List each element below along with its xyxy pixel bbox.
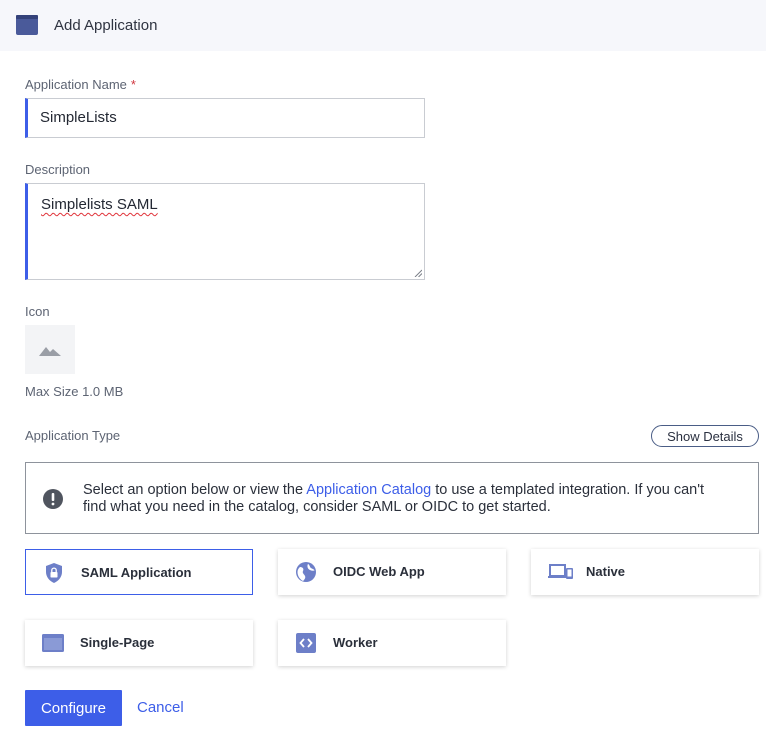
image-placeholder-icon <box>39 346 61 356</box>
icon-upload[interactable] <box>25 325 75 374</box>
page-title: Add Application <box>54 17 158 34</box>
app-type-label: Worker <box>333 635 378 650</box>
required-marker: * <box>130 77 136 92</box>
application-name-label: Application Name * <box>25 77 136 92</box>
description-label: Description <box>25 162 91 177</box>
code-icon <box>296 633 316 653</box>
app-type-native[interactable]: Native <box>531 549 759 595</box>
window-icon <box>16 15 38 35</box>
notice-text-before: Select an option below or view the <box>83 482 307 498</box>
app-type-oidc-web-app[interactable]: OIDC Web App <box>278 549 506 595</box>
app-type-single-page[interactable]: Single-Page <box>25 620 253 666</box>
alert-icon <box>43 489 63 509</box>
globe-icon <box>296 562 316 582</box>
app-type-label: SAML Application <box>81 565 192 580</box>
catalog-notice: Select an option below or view the Appli… <box>25 462 759 534</box>
browser-window-icon <box>42 634 64 652</box>
devices-icon <box>548 564 573 579</box>
app-type-saml[interactable]: SAML Application <box>25 549 253 595</box>
app-type-label: Native <box>586 564 626 579</box>
show-details-button[interactable]: Show Details <box>651 425 759 447</box>
app-type-worker[interactable]: Worker <box>278 620 506 666</box>
application-catalog-link[interactable]: Application Catalog <box>306 482 431 498</box>
app-type-label: Single-Page <box>80 635 155 650</box>
resize-handle-icon[interactable] <box>414 269 422 277</box>
app-type-label: OIDC Web App <box>333 564 425 579</box>
cancel-link[interactable]: Cancel <box>137 699 184 716</box>
notice-text: Select an option below or view the Appli… <box>83 482 723 516</box>
max-size-text: Max Size 1.0 MB <box>25 384 124 399</box>
application-name-label-text: Application Name <box>25 77 127 92</box>
description-value: Simplelists SAML <box>41 196 158 213</box>
application-type-label: Application Type <box>25 428 121 443</box>
icon-label: Icon <box>25 304 50 319</box>
application-name-input[interactable]: SimpleLists <box>25 98 425 138</box>
shield-lock-icon <box>46 563 62 583</box>
description-textarea[interactable]: Simplelists SAML <box>25 183 425 280</box>
configure-button[interactable]: Configure <box>25 690 122 726</box>
application-name-value: SimpleLists <box>40 109 117 126</box>
page-header: Add Application <box>0 0 766 51</box>
